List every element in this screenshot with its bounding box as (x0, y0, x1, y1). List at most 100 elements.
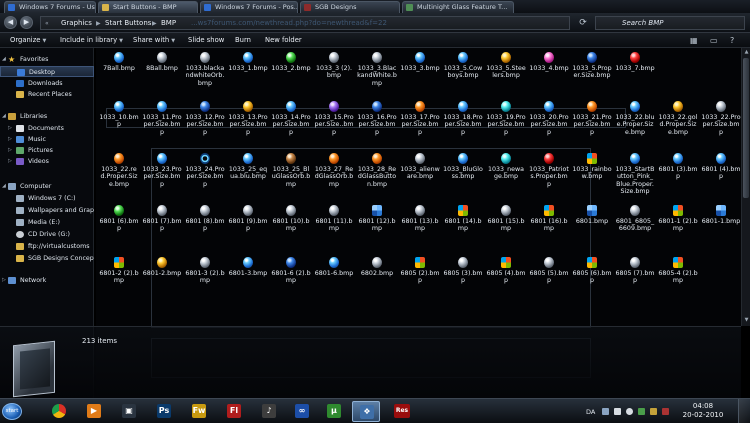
expand-arrow-icon[interactable]: ▷ (2, 275, 6, 286)
nav-music[interactable]: ▷ Music (0, 134, 94, 145)
file-item[interactable]: 1033_5.Cowboys.bmp (443, 50, 483, 90)
file-item[interactable]: 1033_3.bmp (400, 50, 440, 90)
file-item[interactable]: 1033_22.red.Proper.Size.bmp (99, 151, 139, 191)
file-item[interactable]: 6801-1.bmp (701, 203, 741, 243)
file-item[interactable]: 1033_24.Proper.Size.bmp (185, 151, 225, 191)
help-icon[interactable]: ? (730, 35, 734, 46)
file-item[interactable]: 1033_3 (2).bmp (314, 50, 354, 90)
file-item[interactable]: 1033_22.Proper.Size.bmp (701, 99, 741, 139)
file-item[interactable]: 1033_23.Proper.Size.bmp (142, 151, 182, 191)
file-item[interactable]: 6801-1 (2).bmp (658, 203, 698, 243)
expand-arrow-icon[interactable]: ▷ (8, 145, 12, 156)
nav-sgb-designs-concept[interactable]: SGB Designs Concept (0, 253, 94, 264)
file-item[interactable]: 1033_22.gold.Proper.Size.bmp (658, 99, 698, 139)
file-item[interactable]: 1033_BluGloss.bmp (443, 151, 483, 191)
file-item[interactable]: 1033_3.BlackandWhite.bmp (357, 50, 397, 90)
scroll-up-icon[interactable]: ▲ (742, 48, 750, 57)
file-item[interactable]: 1033_1.bmp (228, 50, 268, 90)
file-item[interactable]: 1033_10.bmp (99, 99, 139, 139)
tab-windows7-forums-user[interactable]: Windows 7 Forums - Use... (4, 1, 96, 13)
file-item[interactable]: 1033_11.Proper.Size.bmp (142, 99, 182, 139)
file-item[interactable]: 1033_5.Proper.Size.bmp (572, 50, 612, 90)
show-desktop-button[interactable] (738, 399, 750, 423)
taskbar-app-explorer-window[interactable]: ▣ (115, 401, 143, 422)
file-item[interactable]: 6801 (3).bmp (658, 151, 698, 191)
file-item[interactable]: 1033_18.Proper.Size.bmp (443, 99, 483, 139)
file-item[interactable]: 6801 (9).bmp (228, 203, 268, 243)
file-item[interactable]: 1033_28_RedGlassButton.bmp (357, 151, 397, 191)
view-options-icon[interactable]: ▦ (690, 35, 698, 46)
file-item[interactable]: 1033_25_equa.blu.bmp (228, 151, 268, 191)
nav-libraries[interactable]: ◢ Libraries (0, 111, 94, 122)
file-item[interactable]: 6801 (15).bmp (486, 203, 526, 243)
tab-sgb-designs[interactable]: SGB Designs (300, 1, 400, 13)
file-item[interactable]: 8Ball.bmp (142, 50, 182, 90)
file-item[interactable]: 1033_27_RedGlassOrb.bmp (314, 151, 354, 191)
file-item[interactable]: 6801 (8).bmp (185, 203, 225, 243)
language-indicator[interactable]: DA (586, 408, 595, 416)
file-item[interactable]: 6801 (12).bmp (357, 203, 397, 243)
nav-cd-drive[interactable]: CD Drive (G:) (0, 229, 94, 240)
taskbar-app-photoshop[interactable]: Ps (150, 401, 178, 422)
file-item[interactable]: 6801-2 (2).bmp (99, 255, 139, 295)
file-item[interactable]: 6805-4 (2).bmp (658, 255, 698, 295)
tray-power-icon[interactable] (650, 408, 657, 415)
nav-drive-c[interactable]: Windows 7 (C:) (0, 193, 94, 204)
nav-favorites[interactable]: ◢ ★ Favorites (0, 54, 94, 65)
file-item[interactable]: 1033_rainbow.bmp (572, 151, 612, 191)
breadcrumb-item-start-buttons[interactable]: Start Buttons (105, 18, 151, 29)
expand-arrow-icon[interactable]: ◢ (2, 54, 6, 65)
nav-downloads[interactable]: Downloads (0, 78, 94, 89)
taskbar-app-flash[interactable]: Fl (220, 401, 248, 422)
nav-drive-wallpapers[interactable]: Wallpapers and Graphi... (0, 205, 94, 216)
expand-arrow-icon[interactable]: ▷ (8, 123, 12, 134)
file-item[interactable]: 1033_4.bmp (529, 50, 569, 90)
vertical-scrollbar[interactable]: ▲ ▼ (741, 48, 750, 326)
tab-windows7-forums-post[interactable]: Windows 7 Forums - Pos... (200, 1, 298, 13)
refresh-icon[interactable]: ⟳ (577, 17, 589, 29)
new-folder-button[interactable]: New folder (265, 35, 302, 46)
organize-button[interactable]: Organize ▼ (10, 35, 46, 47)
nav-drive-media[interactable]: Media (E:) (0, 217, 94, 228)
search-input[interactable]: Search BMP (595, 16, 745, 30)
back-button[interactable]: ◀ (4, 16, 17, 29)
preview-pane-icon[interactable]: ▭ (710, 35, 718, 46)
burn-button[interactable]: Burn (235, 35, 251, 46)
file-item[interactable]: 1033_13.Proper.Size.bmp (228, 99, 268, 139)
expand-arrow-icon[interactable]: ◢ (2, 111, 6, 122)
file-item[interactable]: 1033_17.Proper.Size.bmp (400, 99, 440, 139)
start-button[interactable]: start (2, 403, 22, 420)
file-item[interactable]: 6801 (10).bmp (271, 203, 311, 243)
include-in-library-button[interactable]: Include in library ▼ (60, 35, 123, 47)
file-item[interactable]: 1033_22.blue.Proper.Size.bmp (615, 99, 655, 139)
file-item[interactable]: 1033_15.Proper.Size..bmp (314, 99, 354, 139)
file-item[interactable]: 6805 (5).bmp (529, 255, 569, 295)
breadcrumb-item-graphics[interactable]: Graphics (61, 18, 92, 29)
file-item[interactable]: 6801 (11).bmp (314, 203, 354, 243)
tab-start-buttons-bmp[interactable]: Start Buttons - BMP (98, 1, 198, 13)
tab-multinight-glass[interactable]: Multinight Glass Feature T... (402, 1, 514, 13)
file-item[interactable]: 1033_12.Proper.Size.bmp (185, 99, 225, 139)
file-item[interactable]: 6801 (13).bmp (400, 203, 440, 243)
file-item[interactable]: 6801 (14).bmp (443, 203, 483, 243)
breadcrumb[interactable]: « Graphics ▶ Start Buttons ▶ BMP ...ws7f… (40, 16, 570, 30)
file-item[interactable]: 6801-6.bmp (314, 255, 354, 295)
taskbar-app-chrome[interactable] (45, 401, 73, 422)
nav-documents[interactable]: ▷ Documents (0, 123, 94, 134)
taskbar-app-utorrent[interactable]: µ (320, 401, 348, 422)
file-item[interactable]: 6805 (7).bmp (615, 255, 655, 295)
file-item[interactable]: 1033_7.bmp (615, 50, 655, 90)
file-item[interactable]: 6801-3.bmp (228, 255, 268, 295)
file-item[interactable]: 6801_6805_6609.bmp (615, 203, 655, 243)
scroll-down-icon[interactable]: ▼ (742, 316, 750, 325)
file-item[interactable]: 1033_25_BluGlassOrb.bmp (271, 151, 311, 191)
tray-volume-icon[interactable] (626, 408, 633, 415)
file-item[interactable]: 1033_20.Proper.Size.bmp (529, 99, 569, 139)
file-item[interactable]: 1033_Patriots.Proper.bmp (529, 151, 569, 191)
tray-security-icon[interactable] (638, 408, 645, 415)
taskbar-app-guitar-app[interactable]: ♪ (255, 401, 283, 422)
tray-network-icon[interactable] (614, 408, 621, 415)
nav-ftp-location[interactable]: ftp://virtualcustoms (0, 241, 94, 252)
breadcrumb-item-bmp[interactable]: BMP (161, 18, 176, 29)
file-item[interactable]: 1033_19.Proper.Size.bmp (486, 99, 526, 139)
